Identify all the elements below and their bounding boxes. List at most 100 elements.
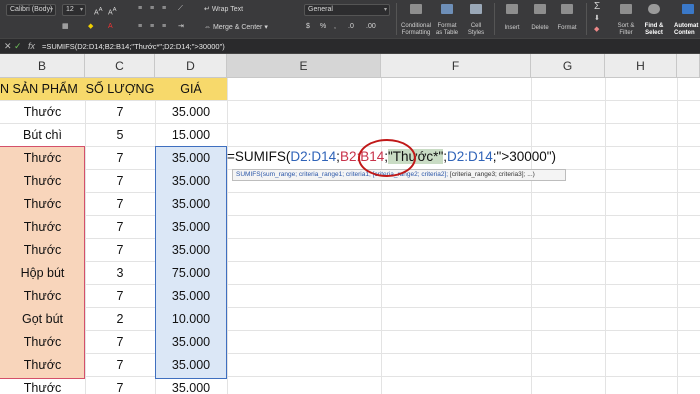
spreadsheet-grid: B C D E F G H N SẢN PHẨM SỐ LƯỢNG GIÁ Th… [0,54,700,394]
product-cell[interactable]: Bút chì [0,124,85,146]
formula-bar: ✕ ✓ fx =SUMIFS(D2:D14;B2:B14;"Thước*";D2… [0,38,700,54]
fill-icon[interactable]: ⬇ [594,14,600,24]
product-cell[interactable]: Thước [0,377,85,394]
sum-range-ref: D2:D14 [290,149,337,164]
gridline [227,78,228,394]
quantity-cell[interactable]: 7 [85,101,155,123]
price-cell[interactable]: 35.000 [155,216,227,238]
product-cell[interactable]: Thước [0,193,85,215]
cancel-icon[interactable]: ✕ [4,41,12,52]
product-cell[interactable]: Thước [0,216,85,238]
product-cell[interactable]: Gọt bút [0,308,85,330]
column-header-d[interactable]: D [155,54,227,78]
product-cell[interactable]: Thước [0,147,85,169]
column-header-c[interactable]: C [85,54,155,78]
chevron-down-icon: ▾ [79,7,83,13]
font-color-icon[interactable]: A [108,22,113,32]
price-cell[interactable]: 35.000 [155,147,227,169]
increase-decimal-icon[interactable]: .0 [348,22,354,32]
automate-icon [682,4,694,14]
price-cell[interactable]: 35.000 [155,331,227,353]
header-cell-price[interactable]: GIÁ [155,78,227,100]
decrease-font-icon[interactable]: AA [108,5,117,18]
quantity-cell[interactable]: 7 [85,377,155,394]
price-cell[interactable]: 35.000 [155,285,227,307]
merge-center-button[interactable]: ⇔ Merge & Center ▾ [204,23,268,33]
format-label: Format [557,25,577,31]
price-cell[interactable]: 35.000 [155,354,227,376]
product-cell[interactable]: Thước [0,170,85,192]
quantity-cell[interactable]: 7 [85,147,155,169]
ribbon-divider [396,3,397,35]
quantity-cell[interactable]: 7 [85,354,155,376]
price-cell[interactable]: 35.000 [155,170,227,192]
quantity-cell[interactable]: 7 [85,331,155,353]
formula-input[interactable]: =SUMIFS(D2:D14;B2:B14;"Thước*";D2:D14;">… [42,41,225,52]
align-left-icon[interactable]: ≡ [138,4,142,14]
quantity-cell[interactable]: 5 [85,124,155,146]
align-right-icon[interactable]: ≡ [162,4,166,14]
sort-filter-label: Sort & Filter [617,23,635,36]
price-cell[interactable]: 15.000 [155,124,227,146]
quantity-cell[interactable]: 3 [85,262,155,284]
quantity-cell[interactable]: 7 [85,239,155,261]
column-header-e[interactable]: E [227,54,381,78]
fill-color-icon[interactable]: ◆ [88,22,93,32]
column-header-g[interactable]: G [531,54,605,78]
increase-font-icon[interactable]: AA [94,5,103,18]
tooltip-function: SUMIFS( [236,171,263,178]
number-format-value: General [308,6,333,13]
clear-icon[interactable]: ◆ [594,25,599,35]
autosum-icon[interactable]: Σ [594,2,600,12]
border-icon[interactable]: ▦ [62,22,69,32]
cell-styles-label: Cell Styles [467,23,485,36]
column-header-b[interactable]: B [0,54,85,78]
price-cell[interactable]: 35.000 [155,193,227,215]
number-format-select[interactable]: General ▾ [304,4,390,16]
column-header-f[interactable]: F [381,54,531,78]
product-cell[interactable]: Thước [0,285,85,307]
column-header-i[interactable] [677,54,700,78]
price-cell[interactable]: 75.000 [155,262,227,284]
percent-icon[interactable]: % [320,22,326,32]
comma-icon[interactable]: , [334,22,336,32]
quantity-cell[interactable]: 7 [85,193,155,215]
align-middle-icon[interactable]: ≡ [150,22,154,32]
product-cell[interactable]: Thước [0,354,85,376]
align-bottom-icon[interactable]: ≡ [138,22,142,32]
enter-check-icon[interactable]: ✓ [14,41,22,52]
wrap-text-button[interactable]: ↵ Wrap Text [204,5,243,15]
sort-filter-icon [620,4,632,14]
font-size-select[interactable]: 12 ▾ [62,4,86,16]
formula-suffix: ;">30000") [492,149,557,164]
header-cell-product-name[interactable]: N SẢN PHẨM [0,78,85,100]
product-cell[interactable]: Thước [0,239,85,261]
find-select-icon [648,4,660,14]
price-cell[interactable]: 10.000 [155,308,227,330]
quantity-cell[interactable]: 7 [85,285,155,307]
currency-icon[interactable]: $ [306,22,310,32]
quantity-cell[interactable]: 7 [85,216,155,238]
price-cell[interactable]: 35.000 [155,101,227,123]
product-cell[interactable]: Thước [0,331,85,353]
orientation-icon[interactable]: ⟋ [178,4,183,14]
quantity-cell[interactable]: 7 [85,170,155,192]
gridline [531,78,532,394]
product-cell[interactable]: Thước [0,101,85,123]
header-cell-quantity[interactable]: SỐ LƯỢNG [85,78,155,100]
product-cell[interactable]: Hộp bút [0,262,85,284]
font-name-select[interactable]: Calibri (Body) ▾ [6,4,56,16]
price-cell[interactable]: 35.000 [155,239,227,261]
quantity-cell[interactable]: 2 [85,308,155,330]
price-cell[interactable]: 35.000 [155,377,227,394]
find-select-label: Find & Select [644,23,664,36]
delete-icon [534,4,546,14]
decrease-decimal-icon[interactable]: .00 [366,22,376,32]
column-header-h[interactable]: H [605,54,677,78]
insert-function-icon[interactable]: fx [28,41,35,52]
automate-label: Automat Conten [674,23,699,36]
align-top-icon[interactable]: ≡ [162,22,166,32]
align-center-icon[interactable]: ≡ [150,4,154,14]
indent-icon[interactable]: ⇥ [178,22,184,32]
ribbon-divider [586,3,587,35]
